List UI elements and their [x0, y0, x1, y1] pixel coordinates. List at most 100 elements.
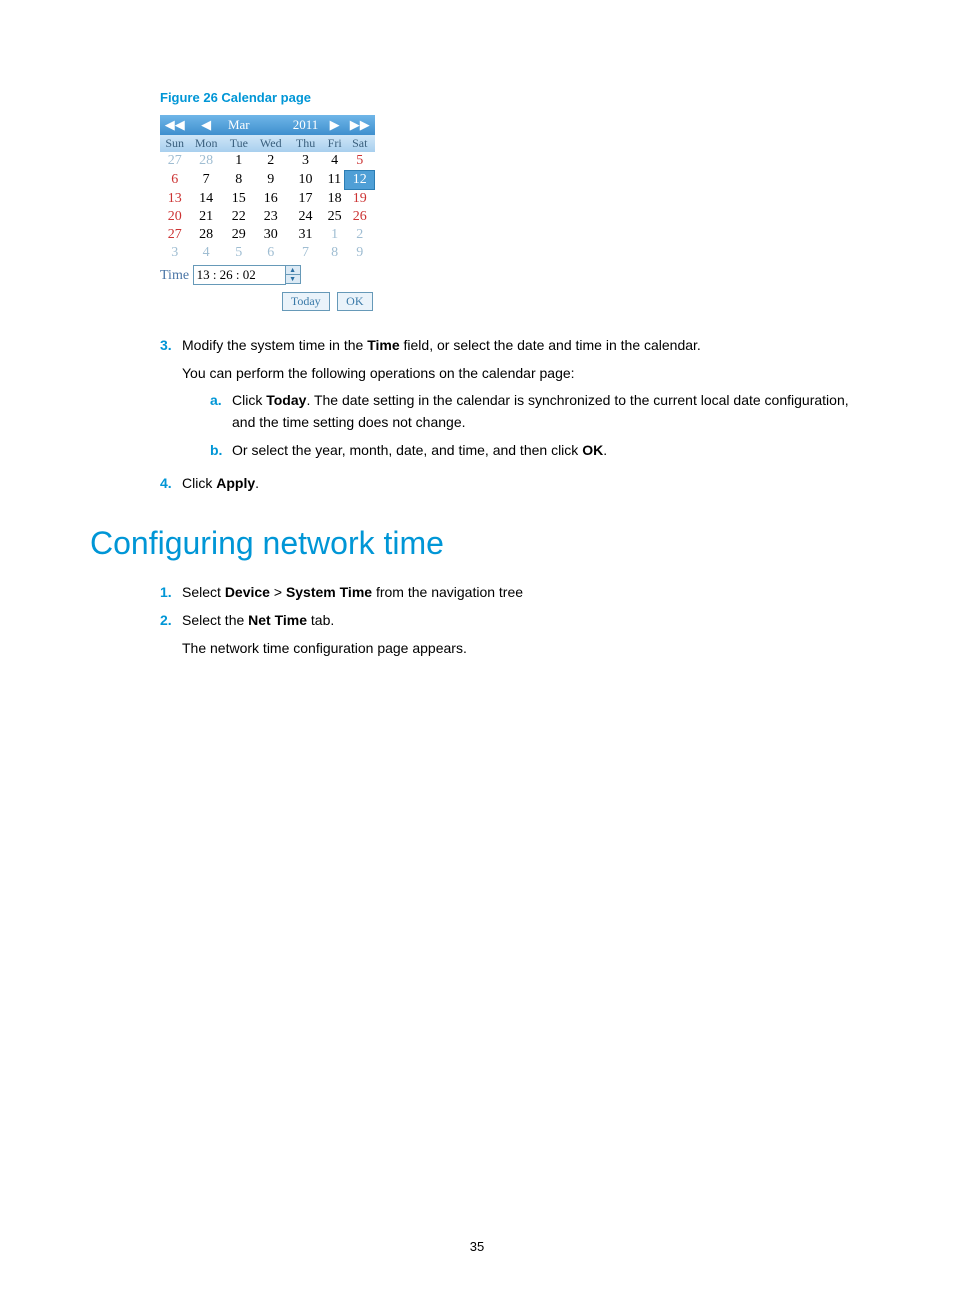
figure-caption: Figure 26 Calendar page	[160, 90, 864, 105]
text: Click	[182, 475, 216, 491]
calendar-time-row: Time 13 : 26 : 02▲▼	[160, 262, 375, 288]
spinner-up-icon[interactable]: ▲	[286, 266, 300, 275]
text: Select	[182, 584, 225, 600]
calendar-day[interactable]: 10	[287, 171, 325, 190]
list-marker: a.	[210, 390, 232, 433]
calendar-day[interactable]: 4	[189, 244, 222, 262]
dow: Tue	[223, 135, 255, 152]
text-bold: Today	[266, 392, 306, 408]
text-bold: Device	[225, 584, 270, 600]
page-number: 35	[0, 1239, 954, 1254]
prev-month-icon[interactable]: ◀	[189, 115, 222, 135]
time-spinner[interactable]: ▲▼	[286, 265, 301, 284]
calendar-day[interactable]: 6	[255, 244, 287, 262]
list-marker: b.	[210, 440, 232, 462]
calendar-day[interactable]: 17	[287, 190, 325, 209]
calendar-day[interactable]: 22	[223, 208, 255, 226]
calendar-day[interactable]: 3	[287, 152, 325, 171]
dow: Thu	[287, 135, 325, 152]
calendar-day[interactable]: 24	[287, 208, 325, 226]
calendar-year[interactable]: 2011	[287, 115, 325, 135]
text-bold: OK	[582, 442, 603, 458]
calendar-day[interactable]: 4	[324, 152, 345, 171]
calendar-row: 13141516171819	[160, 190, 375, 209]
calendar-month[interactable]: Mar	[223, 115, 255, 135]
calendar-day[interactable]: 7	[189, 171, 222, 190]
calendar-day[interactable]: 6	[160, 171, 189, 190]
dow: Fri	[324, 135, 345, 152]
calendar-day[interactable]: 21	[189, 208, 222, 226]
text: field, or select the date and time in th…	[400, 337, 701, 353]
calendar-widget: ◀◀ ◀ Mar 2011 ▶ ▶▶ Sun Mon Tue Wed Thu F…	[160, 115, 375, 313]
calendar-day[interactable]: 7	[287, 244, 325, 262]
calendar-day[interactable]: 1	[324, 226, 345, 244]
calendar-day[interactable]: 27	[160, 152, 189, 171]
text: You can perform the following operations…	[182, 365, 575, 381]
text: .	[603, 442, 607, 458]
step-3a: a. Click Today. The date setting in the …	[210, 390, 864, 433]
calendar-day[interactable]: 13	[160, 190, 189, 209]
calendar-day[interactable]: 29	[223, 226, 255, 244]
prev-year-icon[interactable]: ◀◀	[160, 115, 189, 135]
calendar-dow-row: Sun Mon Tue Wed Thu Fri Sat	[160, 135, 375, 152]
calendar-day[interactable]: 28	[189, 152, 222, 171]
text: Modify the system time in the	[182, 337, 367, 353]
section-heading: Configuring network time	[90, 525, 864, 562]
calendar-day[interactable]: 5	[345, 152, 375, 171]
calendar-day[interactable]: 9	[345, 244, 375, 262]
dow: Sun	[160, 135, 189, 152]
calendar-day[interactable]: 31	[287, 226, 325, 244]
calendar-day[interactable]: 23	[255, 208, 287, 226]
calendar-day[interactable]: 20	[160, 208, 189, 226]
time-input[interactable]: 13 : 26 : 02	[193, 265, 286, 285]
calendar-day[interactable]: 9	[255, 171, 287, 190]
text: Click	[232, 392, 266, 408]
text: The network time configuration page appe…	[182, 640, 467, 656]
calendar-day[interactable]: 26	[345, 208, 375, 226]
dow: Sat	[345, 135, 375, 152]
spinner-down-icon[interactable]: ▼	[286, 275, 300, 283]
calendar-nav-row: ◀◀ ◀ Mar 2011 ▶ ▶▶	[160, 115, 375, 135]
calendar-row: 6789101112	[160, 171, 375, 190]
calendar-day[interactable]: 2	[345, 226, 375, 244]
calendar-day[interactable]: 16	[255, 190, 287, 209]
next-month-icon[interactable]: ▶	[324, 115, 345, 135]
calendar-day[interactable]: 8	[324, 244, 345, 262]
calendar-day[interactable]: 27	[160, 226, 189, 244]
calendar-day[interactable]: 18	[324, 190, 345, 209]
calendar-row: 272829303112	[160, 226, 375, 244]
calendar-row: 272812345	[160, 152, 375, 171]
calendar-day[interactable]: 14	[189, 190, 222, 209]
calendar-day[interactable]: 12	[345, 171, 375, 190]
step-1: 1. Select Device > System Time from the …	[160, 582, 864, 604]
time-label: Time	[160, 268, 189, 283]
calendar-day[interactable]: 30	[255, 226, 287, 244]
text: tab.	[307, 612, 334, 628]
step-2: 2. Select the Net Time tab. The network …	[160, 610, 864, 659]
calendar-day[interactable]: 5	[223, 244, 255, 262]
calendar-day[interactable]: 19	[345, 190, 375, 209]
calendar-day[interactable]: 15	[223, 190, 255, 209]
list-marker: 1.	[160, 582, 182, 604]
text: .	[255, 475, 259, 491]
list-marker: 2.	[160, 610, 182, 659]
ok-button[interactable]: OK	[337, 292, 372, 311]
calendar-row: 3456789	[160, 244, 375, 262]
text: Select the	[182, 612, 248, 628]
text: from the navigation tree	[372, 584, 523, 600]
calendar-day[interactable]: 1	[223, 152, 255, 171]
text-bold: System Time	[286, 584, 372, 600]
calendar-day[interactable]: 28	[189, 226, 222, 244]
calendar-day[interactable]: 2	[255, 152, 287, 171]
calendar-day[interactable]: 11	[324, 171, 345, 190]
step-4: 4. Click Apply.	[160, 473, 864, 495]
calendar-day[interactable]: 25	[324, 208, 345, 226]
text-bold: Net Time	[248, 612, 307, 628]
dow: Wed	[255, 135, 287, 152]
dow: Mon	[189, 135, 222, 152]
calendar-day[interactable]: 3	[160, 244, 189, 262]
text: Or select the year, month, date, and tim…	[232, 442, 582, 458]
today-button[interactable]: Today	[282, 292, 330, 311]
calendar-day[interactable]: 8	[223, 171, 255, 190]
next-year-icon[interactable]: ▶▶	[345, 115, 375, 135]
